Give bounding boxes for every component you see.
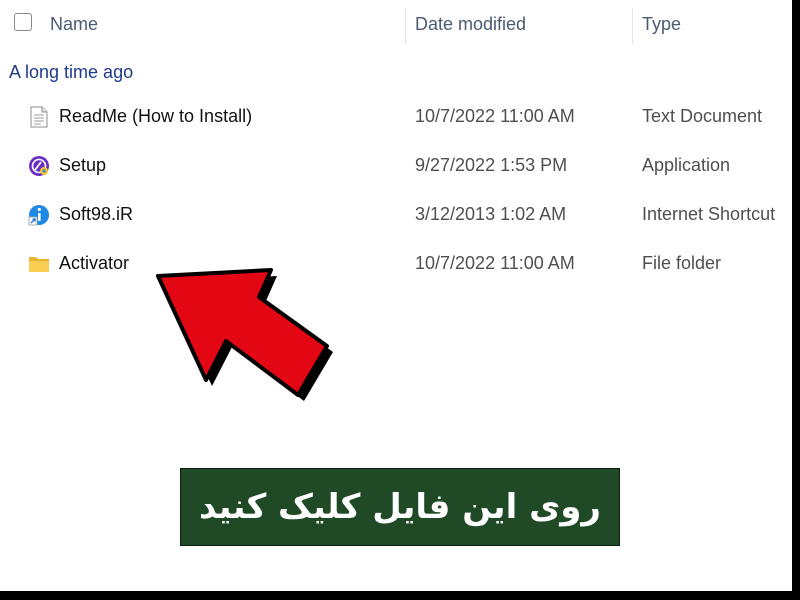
instruction-banner: روی این فایل کلیک کنید [180, 468, 620, 546]
file-explorer-window: Name Date modified Type A long time ago … [0, 0, 792, 591]
banner-text: روی این فایل کلیک کنید [199, 487, 601, 527]
